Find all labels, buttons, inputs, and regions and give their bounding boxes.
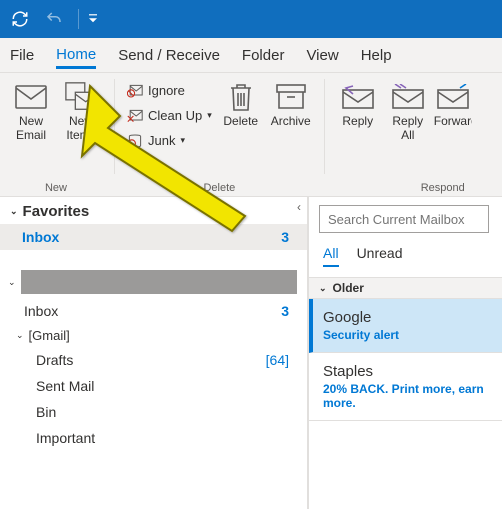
archive-label: Archive (271, 115, 311, 129)
forward-button[interactable]: Forward (433, 77, 473, 182)
ribbon-group-respond: Reply Reply All Forward Respond (327, 73, 479, 196)
group-label-delete: Delete (123, 182, 316, 196)
ribbon: New Email New Items New Ignore Clean Up▾ (0, 73, 502, 197)
customize-qat-icon[interactable] (89, 12, 97, 26)
cleanup-button[interactable]: Clean Up▾ (123, 106, 216, 125)
message-sender: Staples (323, 363, 502, 380)
ribbon-group-new: New Email New Items New (0, 73, 112, 196)
group-label-respond: Respond (333, 182, 473, 196)
archive-button[interactable]: Archive (266, 77, 316, 182)
tab-file[interactable]: File (10, 42, 34, 69)
main-area: ‹ ⌄ Favorites Inbox 3 ⌄ Inbox 3 ⌄ [Gmail… (0, 197, 502, 509)
tab-help[interactable]: Help (361, 42, 392, 69)
reply-label: Reply (342, 115, 373, 129)
reply-all-button[interactable]: Reply All (383, 77, 433, 182)
favorites-section[interactable]: ⌄ Favorites (0, 197, 307, 224)
archive-icon (274, 83, 308, 111)
delete-label: Delete (223, 115, 258, 129)
ribbon-group-delete: Ignore Clean Up▾ Junk▾ Delete (117, 73, 322, 196)
search-box[interactable] (319, 205, 502, 233)
reply-all-label: Reply All (392, 115, 423, 143)
account-name[interactable] (21, 270, 297, 294)
message-subject: Security alert (323, 328, 502, 342)
chevron-down-icon: ⌄ (8, 277, 16, 288)
tab-send-receive[interactable]: Send / Receive (118, 42, 220, 69)
collapse-icon[interactable]: ‹ (297, 200, 301, 214)
filter-all[interactable]: All (323, 245, 339, 267)
envelope-icon (14, 83, 48, 111)
ribbon-tabs: File Home Send / Receive Folder View Hel… (0, 38, 502, 73)
chevron-down-icon: ⌄ (319, 283, 327, 294)
filter-tabs: All Unread (309, 233, 502, 267)
tree-sent-mail[interactable]: Sent Mail (0, 373, 307, 399)
chevron-down-icon: ⌄ (16, 330, 24, 341)
tab-view[interactable]: View (306, 42, 338, 69)
favorites-inbox[interactable]: Inbox 3 (0, 224, 307, 250)
tab-folder[interactable]: Folder (242, 42, 285, 69)
sync-icon[interactable] (6, 5, 34, 33)
message-subject: 20% BACK. Print more, earn more. (323, 382, 502, 410)
new-email-label: New Email (16, 115, 46, 143)
search-input[interactable] (319, 205, 489, 233)
ignore-button[interactable]: Ignore (123, 81, 216, 100)
reply-icon (341, 83, 375, 111)
message-item[interactable]: Staples 20% BACK. Print more, earn more. (309, 353, 502, 421)
forward-label: Forward (434, 115, 472, 129)
message-item[interactable]: Google Security alert (309, 299, 502, 353)
reply-button[interactable]: Reply (333, 77, 383, 182)
new-items-icon (64, 83, 98, 111)
tree-bin[interactable]: Bin (0, 399, 307, 425)
reply-all-icon (391, 83, 425, 111)
filter-unread[interactable]: Unread (357, 245, 403, 267)
tree-gmail[interactable]: ⌄ [Gmail] (0, 324, 307, 347)
tree-drafts[interactable]: Drafts [64] (0, 347, 307, 373)
account-section[interactable]: ⌄ (0, 266, 307, 298)
junk-button[interactable]: Junk▾ (123, 131, 216, 150)
message-list-pane: All Unread ⌄ Older Google Security alert… (308, 197, 502, 509)
junk-icon (127, 134, 143, 148)
message-sender: Google (323, 309, 502, 326)
delete-button[interactable]: Delete (216, 77, 266, 182)
tree-important[interactable]: Important (0, 425, 307, 451)
tree-inbox[interactable]: Inbox 3 (0, 298, 307, 324)
tab-home[interactable]: Home (56, 41, 96, 69)
new-items-label: New Items (66, 115, 95, 143)
trash-icon (224, 83, 258, 111)
group-header-older[interactable]: ⌄ Older (309, 277, 502, 299)
new-email-button[interactable]: New Email (6, 77, 56, 182)
undo-icon[interactable] (40, 5, 68, 33)
ignore-icon (127, 84, 143, 98)
group-label-new: New (6, 182, 106, 196)
folder-pane: ‹ ⌄ Favorites Inbox 3 ⌄ Inbox 3 ⌄ [Gmail… (0, 197, 308, 509)
cleanup-icon (127, 109, 143, 123)
forward-icon (436, 83, 470, 111)
chevron-down-icon: ⌄ (10, 206, 18, 217)
new-items-button[interactable]: New Items (56, 77, 106, 182)
title-bar (0, 0, 502, 38)
